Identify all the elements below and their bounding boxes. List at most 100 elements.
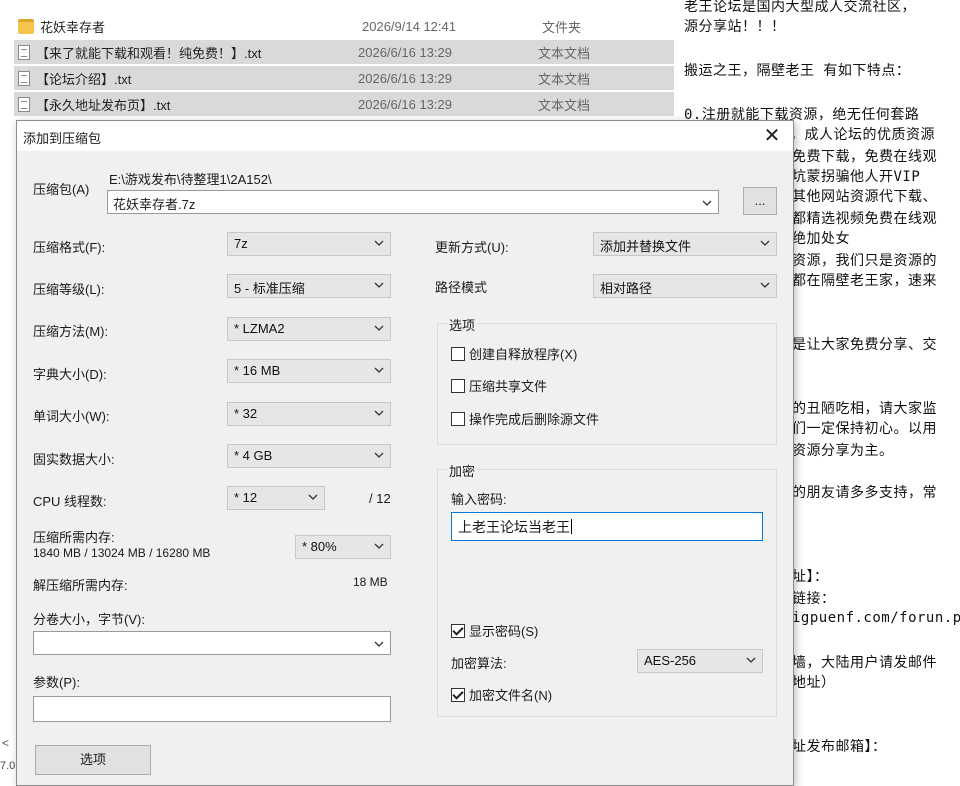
update-mode-value: 添加并替换文件 [600,239,692,254]
file-row-txt-3[interactable]: 【永久地址发布页】.txt 2026/6/16 13:29 文本文档 [14,92,674,116]
chevron-down-icon [374,365,384,375]
file-name: 【永久地址发布页】.txt [36,97,171,113]
chevron-down-icon[interactable] [374,637,384,647]
cpu-threads-select[interactable]: * 12 [227,486,325,510]
file-row-folder[interactable]: 花妖幸存者 2026/9/14 12:41 文件夹 [14,14,674,38]
delete-source-checkbox[interactable]: 操作完成后删除源文件 [451,409,599,428]
format-select[interactable]: 7z [227,232,391,256]
compress-shared-checkbox[interactable]: 压缩共享文件 [451,376,547,395]
file-row-txt-2[interactable]: 【论坛介绍】.txt 2026/6/16 13:29 文本文档 [14,66,674,90]
file-date: 2026/9/14 12:41 [362,18,456,34]
file-date: 2026/6/16 13:29 [358,44,452,60]
encryption-method-label: 加密算法: [451,656,507,671]
update-mode-label: 更新方式(U): [435,240,509,255]
path-mode-select[interactable]: 相对路径 [593,274,777,298]
file-type: 文本文档 [538,71,591,87]
solid-value: * 4 GB [234,448,273,463]
archive-name-input[interactable]: 花妖幸存者.7z [107,190,719,214]
chevron-down-icon [374,323,384,333]
dict-label: 字典大小(D): [33,367,107,382]
file-name: 花妖幸存者 [40,19,106,35]
file-name: 【来了就能下载和观看！纯免费！】.txt [36,45,262,61]
note-line: 墙，大陆用户请发邮件 [792,655,937,671]
note-line: 是让大家免费分享、交 [792,337,937,353]
word-value: * 32 [234,406,258,421]
chevron-down-icon [760,280,770,290]
dialog-titlebar[interactable]: 添加到压缩包 ✕ [17,121,793,151]
create-sfx-checkbox[interactable]: 创建自释放程序(X) [451,344,577,363]
note-line: 其他网站资源代下载、 [792,189,937,205]
note-line: 链接： [792,591,836,607]
note-line: 址发布邮箱】： [792,739,887,755]
checkbox-box [451,411,465,426]
checkbox-box [451,346,465,361]
browse-button[interactable]: ... [743,187,777,215]
text-caret [571,519,572,534]
archive-name-value: 花妖幸存者.7z [113,197,196,212]
mem-label: 压缩所需内存: [33,530,115,545]
note-line: 源分享站！！！ [684,19,786,35]
level-value: 5 - 标准压缩 [234,281,305,296]
cpu-value: * 12 [234,490,258,505]
show-password-label: 显示密码(S) [469,624,539,639]
chevron-down-icon [374,280,384,290]
update-mode-select[interactable]: 添加并替换文件 [593,232,777,256]
chevron-down-icon [374,450,384,460]
note-line: 坑蒙拐骗他人开VIP [792,169,921,185]
scroll-left-arrow[interactable]: < [2,736,9,750]
method-select[interactable]: * LZMA2 [227,317,391,341]
mem-percent-select[interactable]: * 80% [295,535,391,559]
mem-percent-value: * 80% [302,539,337,554]
checkbox-box-checked [451,687,465,702]
dialog-title: 添加到压缩包 [23,131,102,146]
archive-label: 压缩包(A) [33,182,90,197]
add-to-archive-dialog: 添加到压缩包 ✕ 压缩包(A) E:\游戏发布\待整理1\2A152\ 花妖幸存… [16,120,794,786]
options-group-title: 选项 [447,315,478,334]
delete-source-label: 操作完成后删除源文件 [469,412,600,427]
txt-file-icon [18,44,30,60]
solid-select[interactable]: * 4 GB [227,444,391,468]
path-mode-value: 相对路径 [600,281,653,296]
note-line: 都在隔壁老王家，速来 [792,273,937,289]
volume-label: 分卷大小，字节(V): [33,612,145,627]
encrypt-filenames-checkbox[interactable]: 加密文件名(N) [451,685,552,704]
txt-file-icon [18,96,30,112]
txt-file-icon [18,70,30,86]
level-select[interactable]: 5 - 标准压缩 [227,274,391,298]
note-line: 资源分享为主。 [792,443,894,459]
create-sfx-label: 创建自释放程序(X) [469,347,578,362]
chevron-down-icon [746,655,756,665]
method-value: * LZMA2 [234,321,285,336]
options-button[interactable]: 选项 [35,745,151,775]
chevron-down-icon [760,238,770,248]
note-line: 老王论坛是国内大型成人交流社区， [684,0,916,15]
path-mode-label: 路径模式 [435,280,488,295]
encryption-method-select[interactable]: AES-256 [637,649,763,673]
note-line: 的丑陋吃相，请大家监 [792,401,937,417]
encryption-method-value: AES-256 [644,653,697,668]
show-password-checkbox[interactable]: 显示密码(S) [451,621,538,640]
chevron-down-icon[interactable] [702,196,712,206]
params-input[interactable] [33,696,391,722]
file-row-txt-1[interactable]: 【来了就能下载和观看！纯免费！】.txt 2026/6/16 13:29 文本文… [14,40,674,64]
file-type: 文本文档 [538,97,591,113]
dict-select[interactable]: * 16 MB [227,359,391,383]
folder-icon [18,18,34,34]
word-select[interactable]: * 32 [227,402,391,426]
note-line: 搬运之王，隔壁老王 有如下特点： [684,63,911,79]
decomp-mem-label: 解压缩所需内存: [33,578,128,593]
chevron-down-icon [374,408,384,418]
password-value: 上老王论坛当老王 [458,519,570,535]
note-line: igpuenf.com/forun.ph [792,610,960,626]
close-button[interactable]: ✕ [757,123,787,149]
password-label: 输入密码: [451,492,507,507]
word-label: 单词大小(W): [33,409,110,424]
note-line: 地址） [792,675,836,691]
chevron-down-icon [374,238,384,248]
password-input[interactable]: 上老王论坛当老王 [451,512,763,541]
cpu-label: CPU 线程数: [33,494,107,509]
solid-label: 固实数据大小: [33,452,115,467]
params-label: 参数(P): [33,675,80,690]
chevron-down-icon [308,492,318,502]
volume-size-input[interactable] [33,631,391,655]
